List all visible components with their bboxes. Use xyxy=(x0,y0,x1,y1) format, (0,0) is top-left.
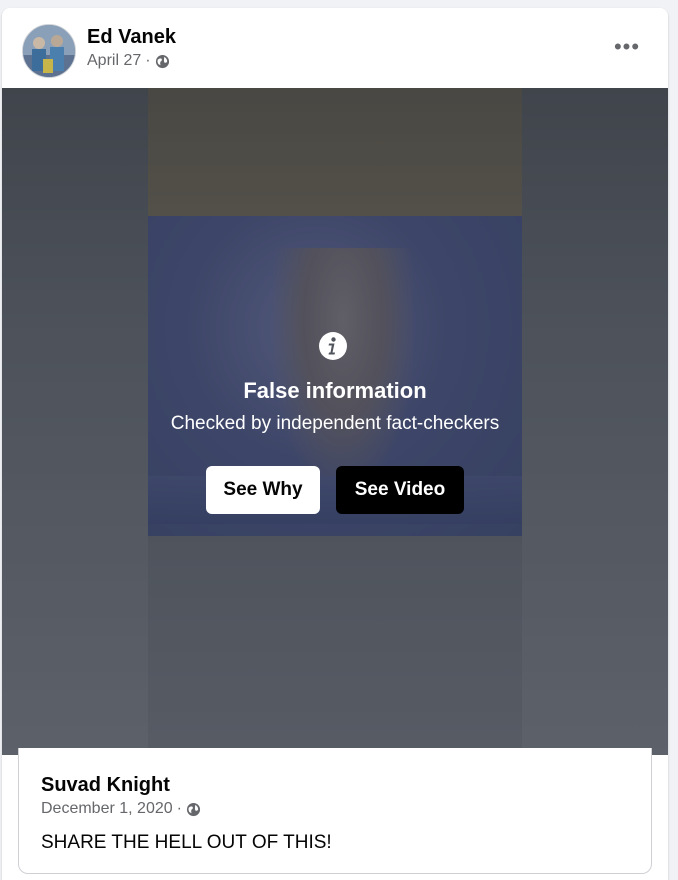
fact-check-title: False information xyxy=(243,378,427,403)
fact-check-subtitle: Checked by independent fact-checkers xyxy=(170,413,500,434)
meta-separator: · xyxy=(145,52,151,69)
post-author-name[interactable]: Ed Vanek xyxy=(87,26,176,49)
shared-post-meta: December 1, 2020 · xyxy=(41,800,201,818)
shared-post-card[interactable]: Suvad Knight December 1, 2020 · SHARE TH… xyxy=(18,748,652,874)
shared-post-author-name[interactable]: Suvad Knight xyxy=(41,774,170,797)
post-meta: April 27 · xyxy=(87,52,170,70)
more-horizontal-icon: ••• xyxy=(613,34,641,59)
see-why-button[interactable]: See Why xyxy=(206,466,320,514)
info-icon xyxy=(318,331,348,361)
post-date[interactable]: April 27 xyxy=(87,52,141,70)
globe-icon[interactable] xyxy=(186,802,201,817)
shared-post-text: SHARE THE HELL OUT OF THIS! xyxy=(41,832,332,853)
post-card: Ed Vanek April 27 · ••• False informatio… xyxy=(2,8,668,880)
shared-post-date[interactable]: December 1, 2020 xyxy=(41,800,173,818)
more-options-button[interactable]: ••• xyxy=(612,34,642,59)
meta-separator: · xyxy=(176,800,182,817)
author-avatar[interactable] xyxy=(22,24,76,78)
see-video-button[interactable]: See Video xyxy=(336,466,464,514)
video-container[interactable]: False information Checked by independent… xyxy=(2,88,668,755)
globe-icon[interactable] xyxy=(155,54,170,69)
